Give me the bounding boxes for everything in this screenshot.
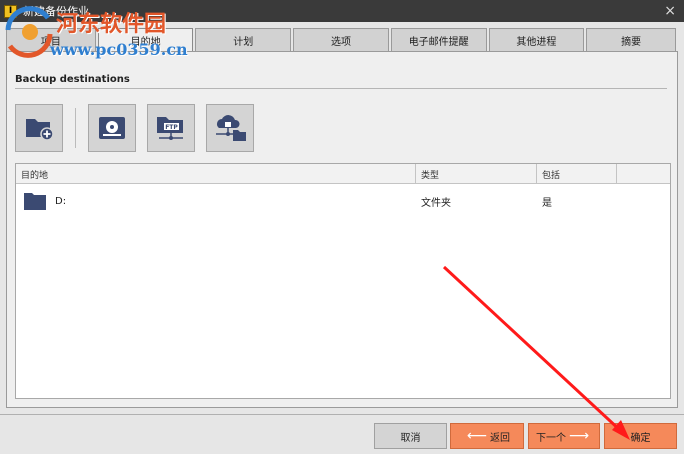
folder-icon — [24, 193, 46, 210]
tab-options[interactable]: 选项 — [293, 28, 389, 51]
tab-schedule[interactable]: 计划 — [195, 28, 292, 51]
column-header-filler — [617, 164, 670, 184]
cancel-button[interactable]: 取消 — [374, 423, 447, 449]
destination-panel: Backup destinations FTP 目的地 类型 包括 D: 文件夹… — [6, 51, 678, 408]
app-icon: I — [4, 4, 17, 18]
destination-list[interactable]: 目的地 类型 包括 D: 文件夹 是 — [15, 163, 671, 399]
tab-other-processes[interactable]: 其他进程 — [488, 28, 585, 51]
toolbar-separator — [75, 108, 76, 148]
tab-strip: 项目 目的地 计划 选项 电子邮件提醒 其他进程 摘要 — [6, 28, 678, 52]
svg-text:FTP: FTP — [165, 124, 178, 131]
window-title: 新建备份作业 — [23, 5, 89, 18]
close-icon[interactable]: × — [664, 3, 676, 19]
column-header-included[interactable]: 包括 — [537, 164, 617, 184]
footer-divider — [0, 414, 684, 415]
tab-summary[interactable]: 摘要 — [586, 28, 676, 51]
section-divider — [15, 88, 667, 89]
ok-button[interactable]: 确定 — [604, 423, 677, 449]
cell-destination: D: — [16, 191, 416, 211]
window-titlebar: I 新建备份作业 × — [0, 0, 684, 22]
tab-items[interactable]: 项目 — [6, 28, 96, 51]
add-folder-icon — [26, 119, 54, 141]
list-header: 目的地 类型 包括 — [16, 164, 670, 184]
cancel-label: 取消 — [400, 432, 421, 444]
arrow-right-icon: ⟶ — [568, 428, 590, 444]
tab-destination[interactable]: 目的地 — [97, 28, 194, 52]
add-local-destination-button[interactable] — [15, 104, 63, 152]
column-header-destination[interactable]: 目的地 — [16, 164, 416, 184]
destination-path: D: — [55, 195, 67, 207]
add-disc-destination-button[interactable] — [88, 104, 136, 152]
tab-email-reminder[interactable]: 电子邮件提醒 — [390, 28, 487, 51]
cloud-network-icon — [216, 115, 246, 141]
column-header-type[interactable]: 类型 — [416, 164, 537, 184]
disc-drive-icon — [99, 117, 125, 139]
next-button[interactable]: 下一个 ⟶ — [528, 423, 600, 449]
ok-label: 确定 — [630, 432, 651, 444]
cell-type: 文件夹 — [421, 197, 451, 209]
arrow-left-icon: ⟵ — [466, 428, 488, 444]
ftp-folder-icon: FTP — [157, 117, 183, 140]
add-ftp-destination-button[interactable]: FTP — [147, 104, 195, 152]
add-cloud-destination-button[interactable] — [206, 104, 254, 152]
cell-included: 是 — [542, 197, 552, 209]
section-title: Backup destinations — [15, 74, 130, 85]
list-item[interactable]: D: 文件夹 是 — [16, 184, 670, 218]
back-label: 返回 — [490, 432, 511, 444]
back-button[interactable]: ⟵ 返回 — [450, 423, 524, 449]
next-label: 下一个 — [535, 432, 566, 444]
